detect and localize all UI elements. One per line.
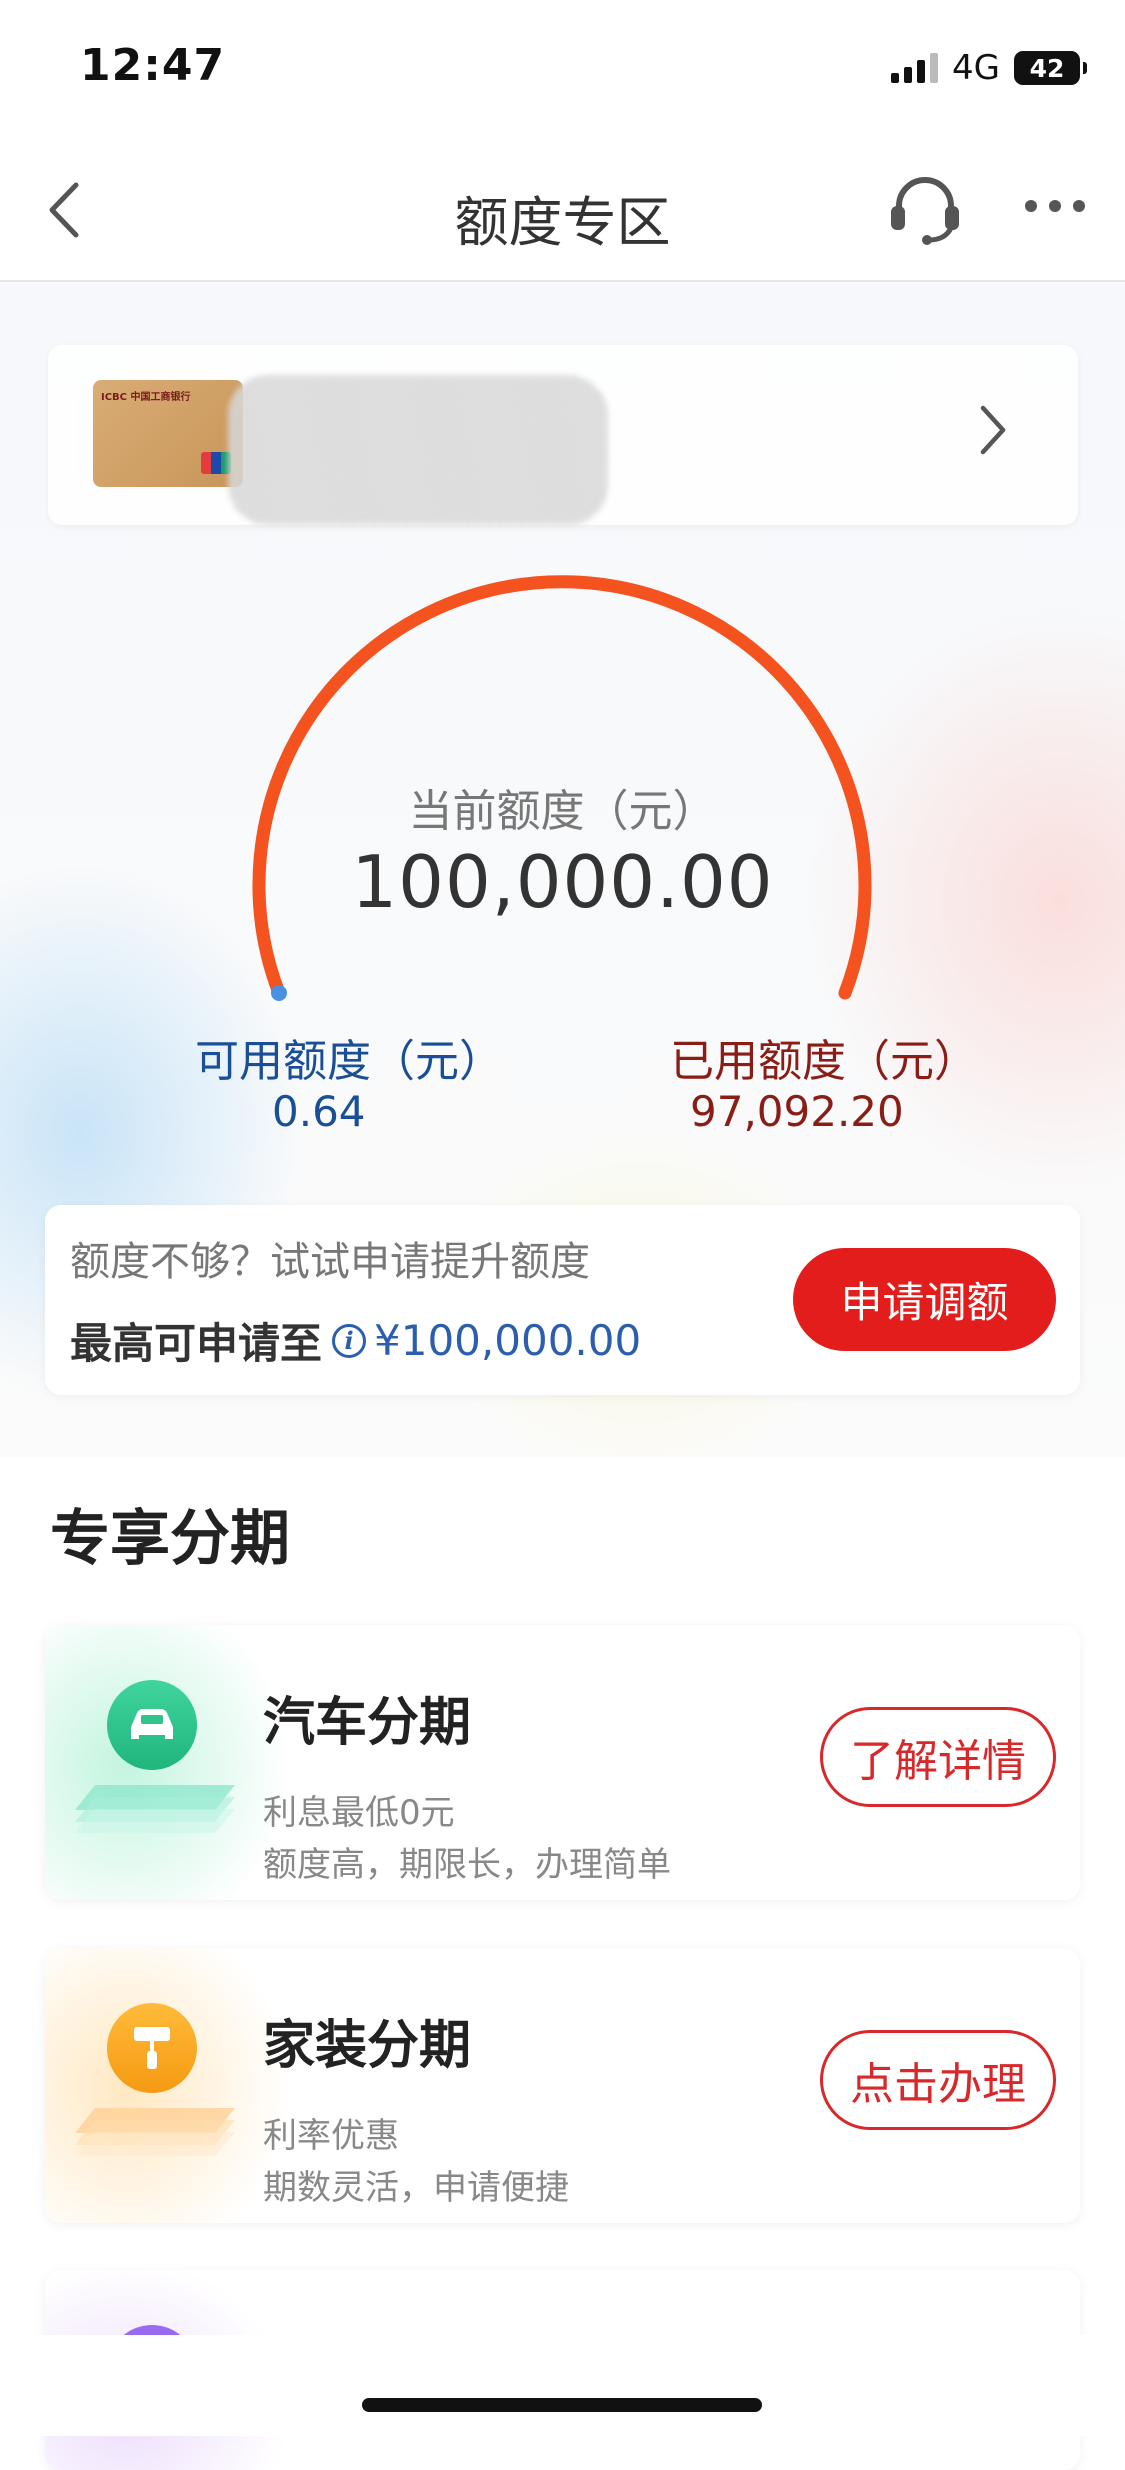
car-icon <box>107 1680 197 1770</box>
current-limit-value: 100,000.00 <box>351 840 774 924</box>
learn-more-button[interactable]: 了解详情 <box>820 1707 1056 1807</box>
home-indicator[interactable] <box>362 2398 762 2412</box>
promo-card-car-installment[interactable]: 汽车分期 利息最低0元 额度高，期限长，办理简单 了解详情 <box>45 1625 1080 1900</box>
max-apply-row: 最高可申请至 i ¥100,000.00 <box>70 1310 641 1371</box>
promo-card-home-installment[interactable]: 家装分期 利率优惠 期数灵活，申请便捷 点击办理 <box>45 1948 1080 2223</box>
credit-card-image: ICBC 中国工商银行 <box>93 380 243 487</box>
section-title: 专享分期 <box>50 1504 290 1574</box>
card-selector[interactable]: ICBC 中国工商银行 <box>48 345 1078 525</box>
bottom-safe-area <box>0 2335 1125 2436</box>
signal-icon <box>891 53 939 83</box>
paint-roller-icon <box>107 2003 197 2093</box>
status-indicators: 4G 42 <box>891 48 1087 88</box>
current-limit-label: 当前额度（元） <box>408 786 717 837</box>
apply-now-button[interactable]: 点击办理 <box>820 2030 1056 2130</box>
info-icon[interactable]: i <box>332 1323 367 1358</box>
max-apply-amount: ¥100,000.00 <box>374 1316 642 1365</box>
battery-icon: 42 <box>1014 51 1087 85</box>
apply-adjust-button[interactable]: 申请调额 <box>793 1248 1056 1351</box>
promo-description: 额度高，期限长，办理简单 <box>263 1845 671 1885</box>
chevron-right-icon <box>973 400 1013 464</box>
used-limit-value: 97,092.20 <box>690 1087 904 1136</box>
platform-graphic <box>75 2108 235 2156</box>
nav-bar: 额度专区 <box>0 150 1125 282</box>
max-apply-label: 最高可申请至 <box>70 1319 323 1368</box>
more-icon[interactable] <box>1025 200 1085 212</box>
promo-title: 家装分期 <box>263 2016 472 2076</box>
promo-subtitle: 利率优惠 <box>263 2116 399 2156</box>
promo-subtitle: 利息最低0元 <box>263 1793 455 1833</box>
status-time: 12:47 <box>80 40 226 91</box>
raise-hint-text: 额度不够？试试申请提升额度 <box>70 1239 590 1285</box>
raise-limit-card: 额度不够？试试申请提升额度 最高可申请至 i ¥100,000.00 申请调额 <box>45 1205 1080 1395</box>
gauge-start-dot <box>271 985 287 1001</box>
available-limit-value: 0.64 <box>272 1087 366 1136</box>
network-type: 4G <box>952 48 1000 88</box>
promo-description: 期数灵活，申请便捷 <box>263 2168 569 2208</box>
used-limit-label: 已用额度（元） <box>670 1036 978 1087</box>
platform-graphic <box>75 1785 235 1833</box>
customer-service-icon[interactable] <box>885 168 965 252</box>
promo-title: 汽车分期 <box>263 1693 472 1753</box>
card-name-redacted <box>228 375 608 525</box>
available-limit-label: 可用额度（元） <box>195 1036 503 1087</box>
